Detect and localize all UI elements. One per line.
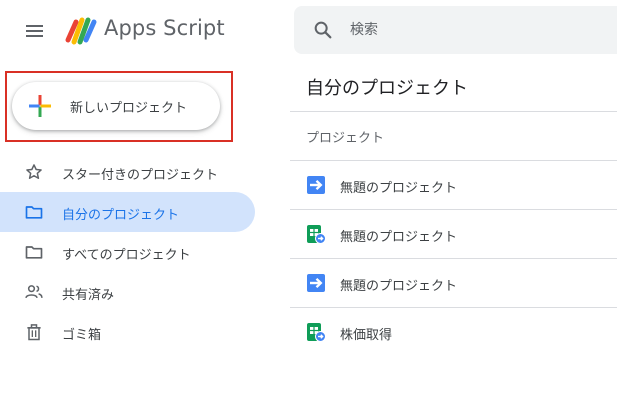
sidebar-item-my-projects[interactable]: 自分のプロジェクト — [0, 192, 255, 232]
divider — [290, 111, 617, 112]
sidebar-item-label: スター付きのプロジェクト — [62, 168, 219, 183]
sheets-script-icon — [307, 323, 326, 342]
project-row[interactable]: 無題のプロジェクト — [290, 161, 617, 209]
sidebar-item-label: すべてのプロジェクト — [62, 248, 191, 263]
page-title: 自分のプロジェクト — [306, 78, 468, 99]
search-icon[interactable] — [312, 19, 334, 41]
star-icon — [26, 164, 42, 179]
people-icon — [25, 285, 43, 299]
project-name: 無題のプロジェクト — [340, 181, 458, 196]
search-input[interactable] — [350, 16, 610, 44]
folder-icon — [25, 246, 43, 259]
sidebar-item-shared[interactable]: 共有済み — [0, 272, 255, 312]
project-row[interactable]: 無題のプロジェクト — [290, 259, 617, 307]
sidebar-item-all-projects[interactable]: すべてのプロジェクト — [0, 232, 255, 272]
folder-icon — [25, 206, 43, 219]
trash-icon — [27, 324, 41, 341]
column-header-project[interactable]: プロジェクト — [306, 127, 384, 146]
apps-script-logo-icon — [65, 17, 97, 45]
sidebar-item-starred[interactable]: スター付きのプロジェクト — [0, 152, 255, 192]
hamburger-menu-icon[interactable] — [24, 20, 48, 44]
project-name: 無題のプロジェクト — [340, 279, 458, 294]
search-bar[interactable] — [294, 6, 617, 54]
apps-script-dashboard: Apps Script 新しいプロジェクト スター付きのプロジェクト 自分のプロ… — [0, 0, 617, 401]
apps-script-file-icon — [307, 274, 325, 292]
project-name: 株価取得 — [340, 328, 393, 343]
project-row[interactable]: 無題のプロジェクト — [290, 210, 617, 258]
project-row[interactable]: 株価取得 — [290, 308, 617, 356]
sidebar-item-label: 共有済み — [62, 288, 115, 303]
sidebar-item-trash[interactable]: ゴミ箱 — [0, 312, 255, 352]
sheets-script-icon — [307, 225, 326, 244]
project-name: 無題のプロジェクト — [340, 230, 458, 245]
sidebar-item-label: 自分のプロジェクト — [62, 208, 180, 223]
new-project-label: 新しいプロジェクト — [70, 101, 188, 116]
colored-plus-icon — [29, 95, 51, 117]
app-title: Apps Script — [104, 16, 225, 40]
apps-script-file-icon — [307, 176, 325, 194]
sidebar-item-label: ゴミ箱 — [62, 328, 102, 343]
new-project-button[interactable]: 新しいプロジェクト — [12, 82, 220, 130]
